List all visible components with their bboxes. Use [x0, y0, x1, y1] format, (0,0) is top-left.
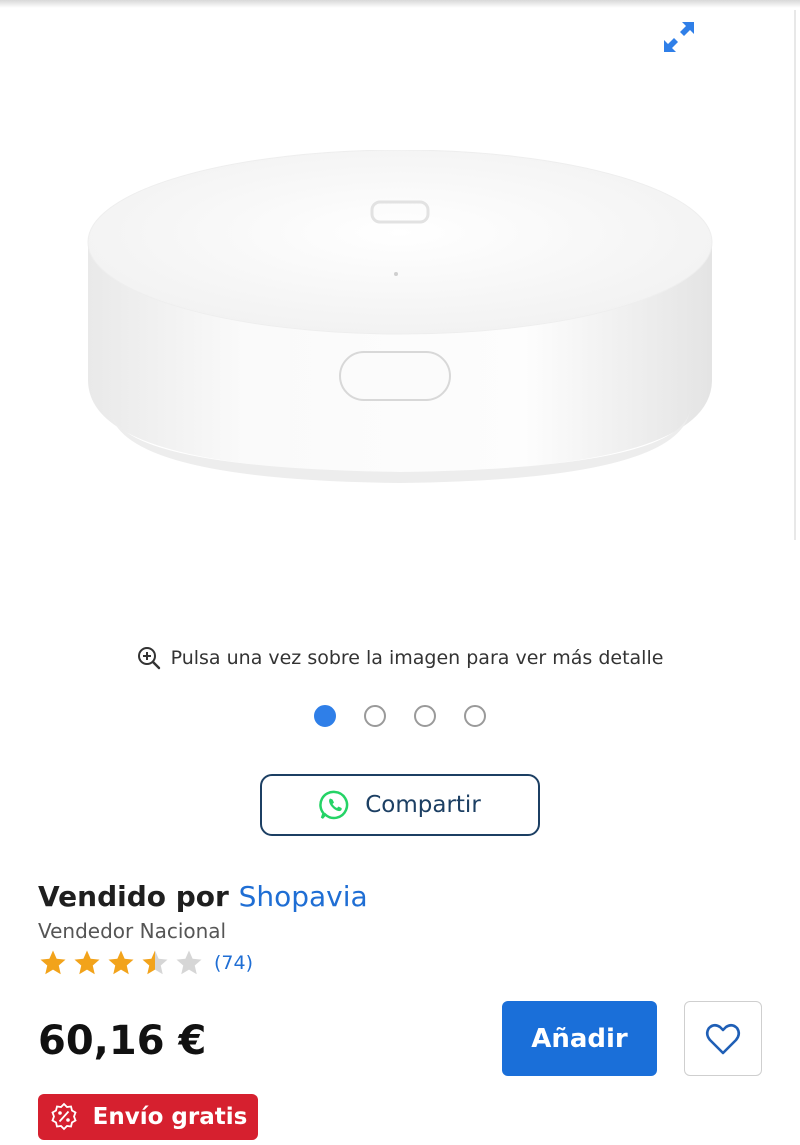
- zoom-hint: Pulsa una vez sobre la imagen para ver m…: [0, 640, 800, 676]
- top-shadow: [0, 0, 800, 8]
- add-to-cart-button[interactable]: Añadir: [502, 1001, 657, 1076]
- seller-prefix: Vendido por: [38, 880, 229, 913]
- rating[interactable]: (74): [38, 948, 253, 978]
- favorite-button[interactable]: [684, 1001, 762, 1076]
- star-icon-3: [108, 950, 134, 975]
- review-count[interactable]: (74): [214, 952, 253, 974]
- free-shipping-badge: Envío gratis: [38, 1094, 258, 1140]
- seller-line: Vendido por Shopavia: [38, 880, 368, 913]
- zoom-hint-text: Pulsa una vez sobre la imagen para ver m…: [170, 647, 664, 669]
- share-button[interactable]: Compartir: [260, 774, 540, 836]
- carousel-dots: [0, 705, 800, 729]
- whatsapp-icon: [319, 790, 349, 820]
- carousel-dot-4[interactable]: [464, 705, 486, 727]
- expand-icon[interactable]: [660, 18, 698, 56]
- carousel-dot-2[interactable]: [364, 705, 386, 727]
- zoom-in-icon: [137, 647, 160, 670]
- share-label: Compartir: [365, 792, 481, 818]
- add-to-cart-label: Añadir: [531, 1023, 628, 1054]
- discount-icon: [51, 1102, 77, 1131]
- carousel-dot-1[interactable]: [314, 705, 336, 727]
- seller-type: Vendedor Nacional: [38, 919, 227, 943]
- star-icon-2: [74, 950, 100, 975]
- price: 60,16 €: [38, 1018, 207, 1064]
- scrollbar[interactable]: [794, 10, 796, 540]
- product-image[interactable]: [80, 149, 720, 490]
- star-icon-1: [40, 950, 66, 975]
- star-empty-icon: [176, 950, 202, 975]
- free-shipping-label: Envío gratis: [92, 1104, 248, 1130]
- carousel-dot-3[interactable]: [414, 705, 436, 727]
- heart-icon: [705, 1023, 741, 1054]
- star-half-icon: [142, 950, 168, 975]
- seller-link[interactable]: Shopavia: [239, 880, 368, 913]
